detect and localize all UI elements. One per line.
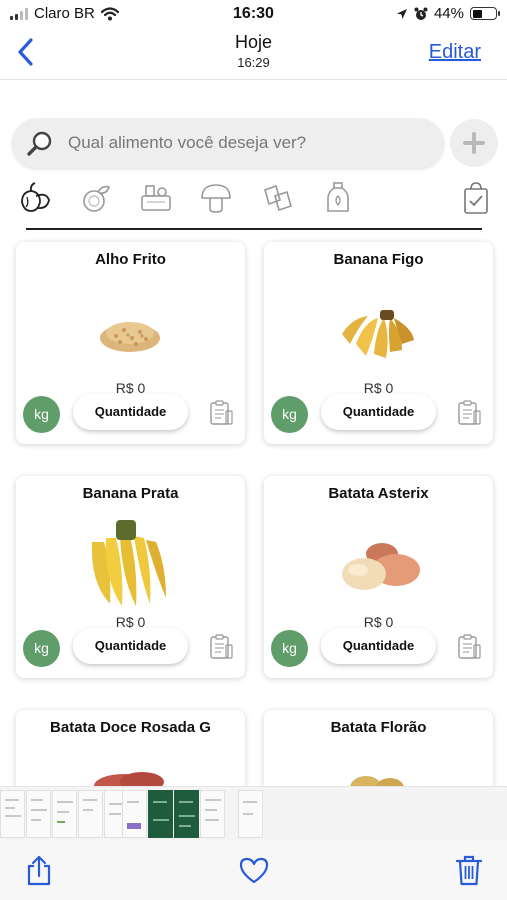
thumbnail[interactable]	[0, 790, 25, 838]
fruits-icon[interactable]	[78, 180, 114, 216]
battery-percent: 44%	[433, 5, 464, 22]
add-to-list-icon[interactable]	[206, 632, 236, 662]
thumbnail[interactable]	[78, 790, 103, 838]
unit-badge[interactable]: kg	[23, 630, 60, 667]
quantity-button[interactable]: Quantidade	[321, 628, 436, 664]
product-name: Banana Prata	[82, 485, 179, 502]
groceries-icon[interactable]	[138, 180, 174, 216]
fried-garlic-image	[100, 322, 160, 352]
thumbnail[interactable]	[26, 790, 51, 838]
category-divider	[26, 228, 482, 230]
product-card[interactable]: Alho Frito R$ 0 kg Quantidade	[16, 242, 245, 444]
thumbnail[interactable]	[238, 790, 263, 838]
product-name: Batata Asterix	[328, 485, 429, 502]
quantity-button[interactable]: Quantidade	[321, 394, 436, 430]
location-icon	[396, 8, 407, 19]
banana-figo-image	[342, 310, 414, 358]
thumbnail[interactable]	[174, 790, 199, 838]
add-to-list-icon[interactable]	[206, 398, 236, 428]
nav-header: Hoje 16:29 Editar	[0, 28, 507, 80]
product-name: Alho Frito	[95, 251, 166, 268]
thumbnail[interactable]	[52, 790, 77, 838]
status-bar: Claro BR 16:30 44%	[0, 0, 507, 28]
alarm-icon	[414, 7, 428, 20]
bottom-toolbar	[0, 840, 507, 900]
search-input[interactable]	[68, 128, 428, 158]
batata-asterix-image	[342, 543, 420, 590]
quantity-button[interactable]: Quantidade	[73, 394, 188, 430]
thumbnail[interactable]	[122, 790, 147, 838]
bottle-icon[interactable]	[320, 180, 356, 216]
product-name: Batata Doce Rosada G	[50, 719, 211, 736]
category-bar	[0, 180, 507, 220]
packages-icon[interactable]	[260, 180, 296, 216]
product-card[interactable]: Batata Asterix R$ 0 kg Quantidade	[264, 476, 493, 678]
banana-prata-image	[91, 520, 166, 606]
product-card[interactable]: Banana Figo R$ 0 kg Quantidade	[264, 242, 493, 444]
heart-icon[interactable]	[239, 854, 269, 886]
add-to-list-icon[interactable]	[454, 632, 484, 662]
thumbnail[interactable]	[148, 790, 173, 838]
thumbnail[interactable]	[200, 790, 225, 838]
unit-badge[interactable]: kg	[271, 396, 308, 433]
search-icon	[27, 131, 52, 156]
add-to-list-icon[interactable]	[454, 398, 484, 428]
status-right: 44%	[396, 5, 500, 22]
vegetables-icon[interactable]	[16, 180, 52, 216]
edit-button[interactable]: Editar	[429, 41, 481, 64]
search-bar	[12, 118, 444, 168]
battery-level	[472, 9, 483, 18]
product-name: Banana Figo	[333, 251, 424, 268]
mushroom-icon[interactable]	[198, 180, 234, 216]
battery-icon	[470, 7, 500, 20]
product-name: Batata Florão	[330, 719, 427, 736]
unit-badge[interactable]: kg	[23, 396, 60, 433]
shopping-list-icon[interactable]	[458, 180, 494, 216]
quantity-button[interactable]: Quantidade	[73, 628, 188, 664]
product-card[interactable]: Banana Prata R$ 0 kg Quantidade	[16, 476, 245, 678]
unit-badge[interactable]: kg	[271, 630, 308, 667]
share-icon[interactable]	[24, 854, 54, 886]
add-button[interactable]	[450, 119, 498, 167]
trash-icon[interactable]	[454, 854, 484, 886]
thumbnail-strip	[0, 786, 507, 840]
